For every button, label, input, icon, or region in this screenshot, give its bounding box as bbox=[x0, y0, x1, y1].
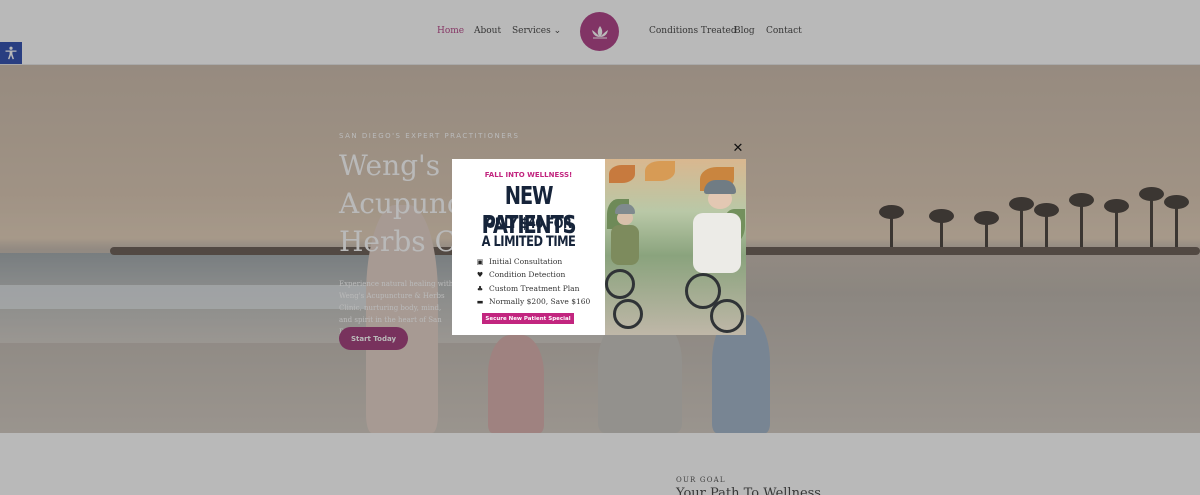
benefit-item: ▬ Normally $200, Save $160 bbox=[476, 297, 601, 306]
benefit-label: Condition Detection bbox=[489, 270, 566, 279]
popup-photo-cyclists bbox=[605, 159, 746, 335]
popup-kicker: FALL INTO WELLNESS! bbox=[484, 171, 573, 179]
benefit-item: ♥ Condition Detection bbox=[476, 270, 601, 279]
popup-offer-line1: ONLY $40 FOR bbox=[485, 216, 572, 232]
money-bill-icon: ▬ bbox=[476, 297, 484, 306]
popup-offer-line2: A LIMITED TIME bbox=[481, 234, 576, 250]
heart-pulse-icon: ♥ bbox=[476, 270, 484, 279]
benefit-label: Normally $200, Save $160 bbox=[489, 297, 591, 306]
secure-special-button[interactable]: Secure New Patient Special bbox=[482, 313, 574, 324]
benefit-item: ▣ Initial Consultation bbox=[476, 257, 601, 266]
popup-content: FALL INTO WELLNESS! NEW PATIENTS ONLY $4… bbox=[452, 159, 605, 335]
clipboard-check-icon: ▣ bbox=[476, 257, 484, 266]
hand-holding-heart-icon: ♣ bbox=[476, 284, 484, 293]
benefit-label: Custom Treatment Plan bbox=[489, 284, 580, 293]
new-patient-popup: FALL INTO WELLNESS! NEW PATIENTS ONLY $4… bbox=[452, 159, 746, 335]
benefit-item: ♣ Custom Treatment Plan bbox=[476, 284, 601, 293]
close-icon[interactable]: ✕ bbox=[732, 142, 744, 156]
benefit-label: Initial Consultation bbox=[489, 257, 563, 266]
